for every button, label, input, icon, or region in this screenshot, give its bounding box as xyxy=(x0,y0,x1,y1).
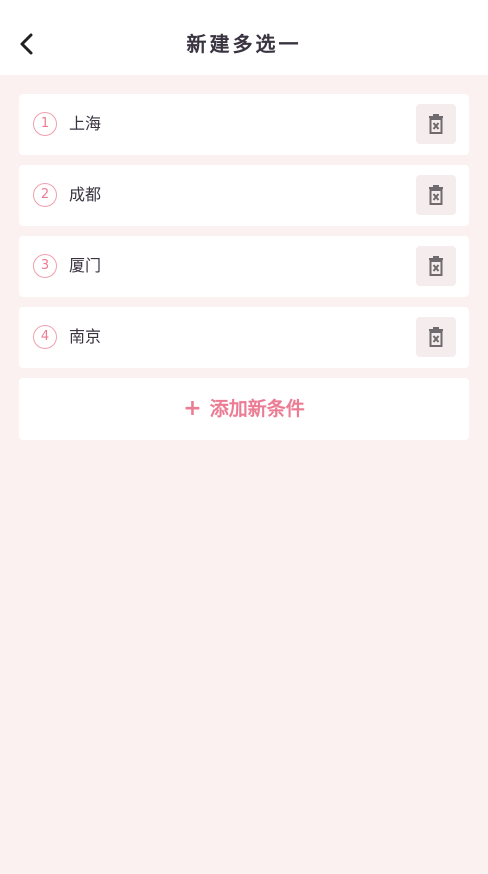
option-item: 1 上海 xyxy=(19,94,469,155)
delete-option-button[interactable] xyxy=(416,175,456,215)
top-bar: 新建多选一 xyxy=(0,0,488,75)
trash-icon xyxy=(429,185,443,205)
page-title: 新建多选一 xyxy=(186,32,302,56)
option-number-badge: 2 xyxy=(33,183,57,207)
option-number-badge: 1 xyxy=(33,112,57,136)
option-label[interactable]: 成都 xyxy=(69,185,101,205)
delete-option-button[interactable] xyxy=(416,246,456,286)
option-item: 4 南京 xyxy=(19,307,469,368)
trash-icon xyxy=(429,256,443,276)
option-item: 3 厦门 xyxy=(19,236,469,297)
option-label[interactable]: 厦门 xyxy=(69,256,101,276)
add-condition-button[interactable]: + 添加新条件 xyxy=(19,378,469,440)
option-number-badge: 4 xyxy=(33,325,57,349)
plus-icon: + xyxy=(183,396,202,421)
option-list: 1 上海 2 成都 3 厦门 4 南京 xyxy=(19,94,469,378)
option-item: 2 成都 xyxy=(19,165,469,226)
option-label[interactable]: 上海 xyxy=(69,114,101,134)
option-label[interactable]: 南京 xyxy=(69,327,101,347)
delete-option-button[interactable] xyxy=(416,317,456,357)
delete-option-button[interactable] xyxy=(416,104,456,144)
trash-icon xyxy=(429,327,443,347)
option-number-badge: 3 xyxy=(33,254,57,278)
trash-icon xyxy=(429,114,443,134)
add-condition-label: 添加新条件 xyxy=(209,398,305,420)
